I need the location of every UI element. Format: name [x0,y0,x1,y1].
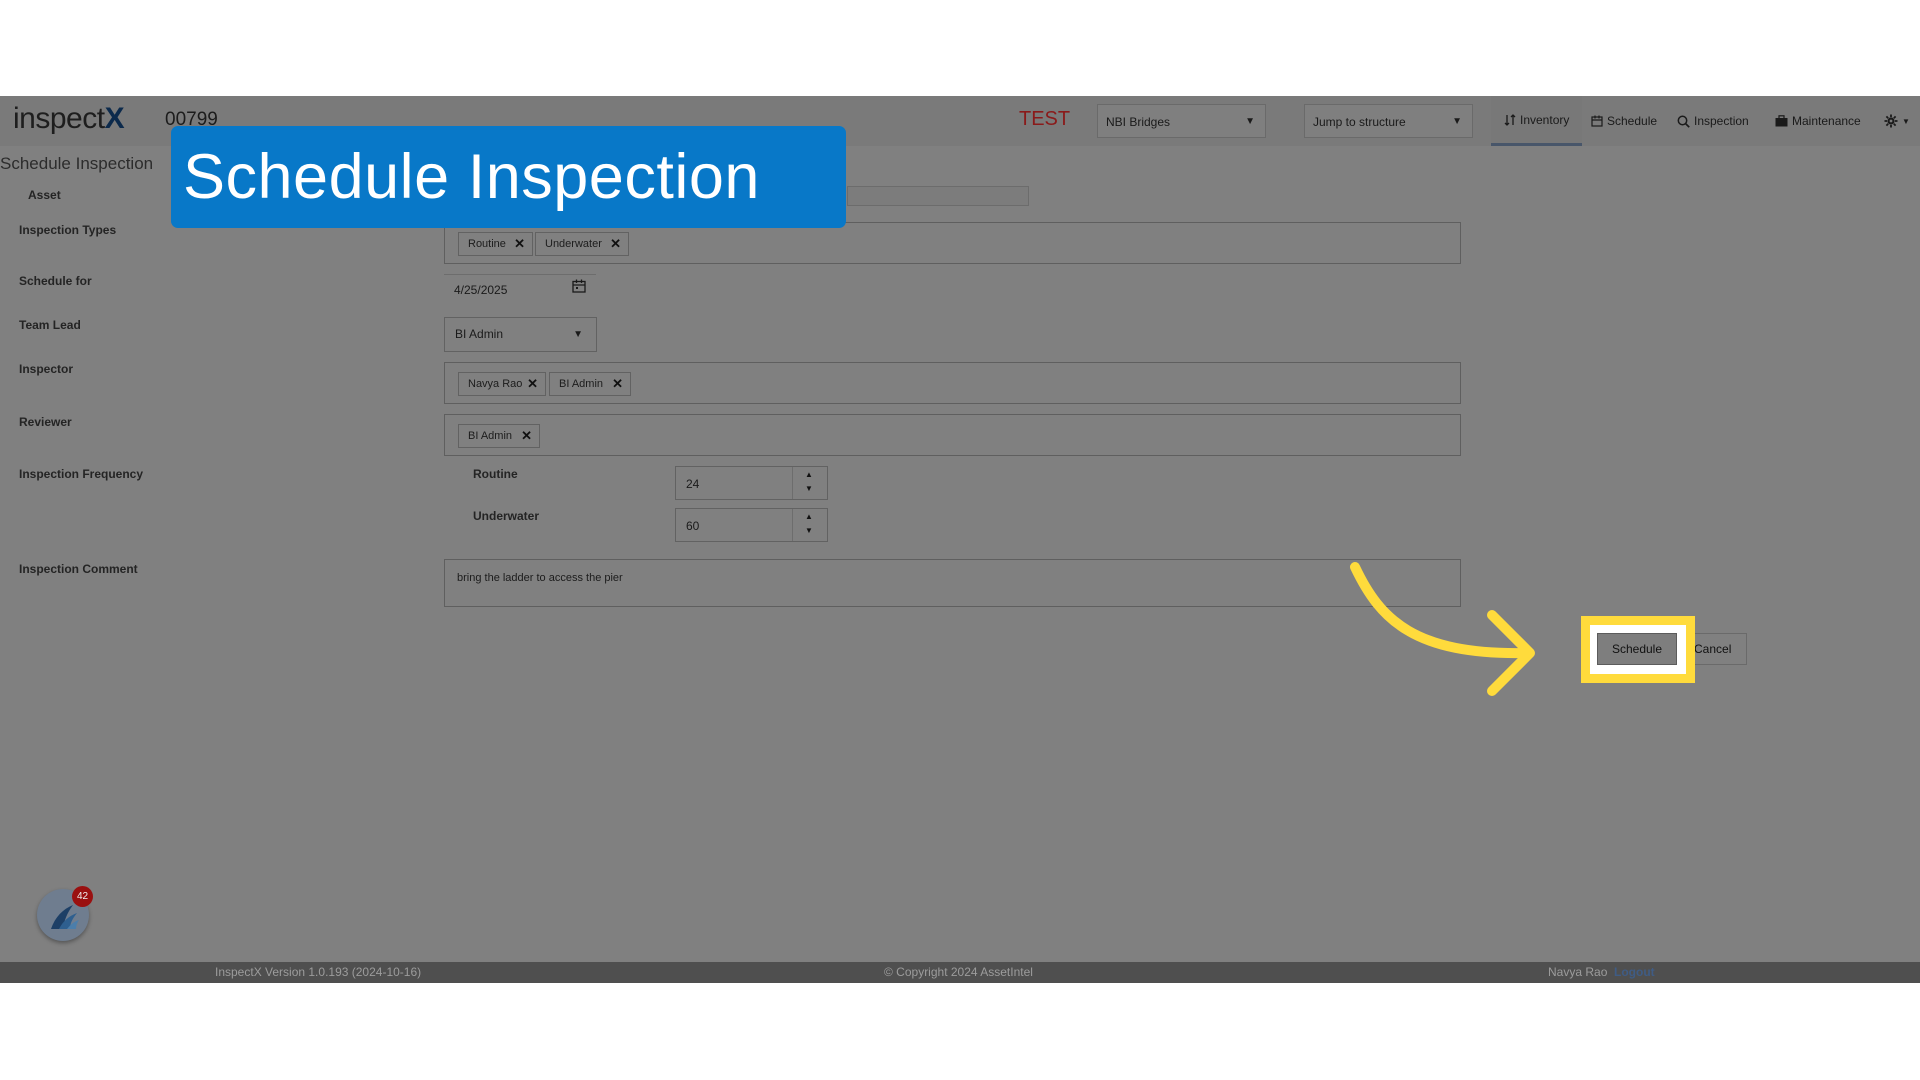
asset-field[interactable] [847,186,1029,206]
frequency-underwater-label: Underwater [473,509,540,523]
inspection-comment-field[interactable]: bring the ladder to access the pier [444,559,1461,607]
version-text: InspectX Version 1.0.193 (2024-10-16) [215,965,422,979]
chevron-down-icon: ▼ [1452,116,1462,127]
pointer-arrow-icon [1350,562,1535,696]
close-icon[interactable]: ✕ [514,236,525,252]
jump-to-structure-select[interactable]: Jump to structure ▼ [1304,104,1473,138]
chevron-down-icon: ▼ [1902,116,1910,126]
chevron-down-icon[interactable]: ▼ [805,526,813,535]
logout-link[interactable]: Logout [1614,965,1655,979]
asset-label: Asset [28,188,61,202]
gear-icon [1884,114,1898,128]
sort-icon [1504,113,1516,126]
reviewer-label: Reviewer [19,415,72,429]
frequency-routine-input[interactable]: 24 ▲ ▼ [675,466,828,500]
app-frame: inspectX 00799 TEST NBI Bridges ▼ Jump t… [0,96,1920,983]
nav-inspection[interactable]: Inspection [1677,96,1759,146]
inspector-field[interactable]: Navya Rao ✕ BI Admin ✕ [444,362,1461,404]
number-stepper[interactable]: ▲ ▼ [792,467,827,499]
inventory-select[interactable]: NBI Bridges ▼ [1097,104,1266,138]
nav-schedule[interactable]: Schedule [1591,96,1666,146]
overlay-title: Schedule Inspection [171,126,846,228]
briefcase-icon [1775,115,1788,127]
inspection-types-label: Inspection Types [19,223,117,237]
close-icon[interactable]: ✕ [612,376,623,392]
chevron-down-icon: ▼ [573,329,583,340]
footer: InspectX Version 1.0.193 (2024-10-16) © … [0,962,1920,983]
reviewer-field[interactable]: BI Admin ✕ [444,414,1461,456]
schedule-button[interactable]: Schedule [1597,633,1677,665]
inspector-chip: BI Admin ✕ [549,372,631,396]
number-stepper[interactable]: ▲ ▼ [792,509,827,541]
close-icon[interactable]: ✕ [610,236,621,252]
team-lead-label: Team Lead [19,318,81,332]
inspection-comment-label: Inspection Comment [19,562,138,576]
calendar-icon[interactable] [572,279,586,293]
inspector-label: Inspector [19,362,74,376]
inspection-types-field[interactable]: Routine ✕ Underwater ✕ [444,222,1461,264]
search-icon [1677,115,1690,128]
inspector-chip: Navya Rao ✕ [458,372,546,396]
chevron-down-icon[interactable]: ▼ [805,484,813,493]
close-icon[interactable]: ✕ [527,376,538,392]
chevron-up-icon[interactable]: ▲ [805,512,813,521]
app-logo[interactable]: inspectX [13,102,125,136]
chevron-down-icon: ▼ [1245,116,1255,127]
inspection-type-chip: Underwater ✕ [535,232,629,256]
nav-maintenance[interactable]: Maintenance [1775,96,1870,146]
close-icon[interactable]: ✕ [521,428,532,444]
frequency-routine-label: Routine [473,467,518,481]
current-user: Navya Rao [1548,965,1608,979]
team-lead-select[interactable]: BI Admin ▼ [444,317,597,352]
environment-label: TEST [1019,108,1071,130]
inspection-type-chip: Routine ✕ [458,232,533,256]
settings-menu[interactable]: ▼ [1884,96,1914,146]
notification-badge: 42 [72,886,93,907]
copyright-text: © Copyright 2024 AssetIntel [884,965,1033,979]
frequency-underwater-input[interactable]: 60 ▲ ▼ [675,508,828,542]
schedule-for-label: Schedule for [19,274,92,288]
inspection-frequency-label: Inspection Frequency [19,467,144,481]
reviewer-chip: BI Admin ✕ [458,424,540,448]
nav-inventory[interactable]: Inventory [1491,96,1582,146]
calendar-icon [1591,115,1603,127]
chevron-up-icon[interactable]: ▲ [805,470,813,479]
page-title: Schedule Inspection [0,154,154,173]
